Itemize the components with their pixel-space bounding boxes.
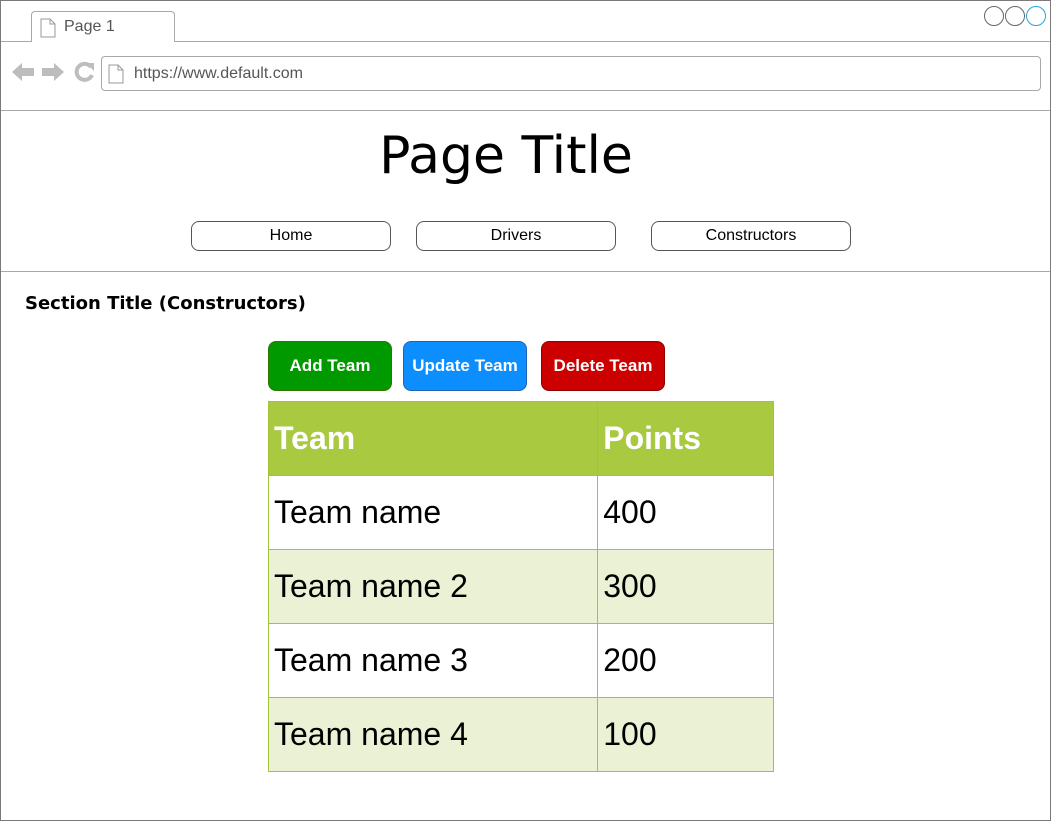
points-cell: 300 — [597, 549, 774, 624]
back-arrow-icon[interactable] — [11, 61, 35, 83]
team-name-cell: Team name 3 — [267, 623, 599, 698]
header-divider — [1, 110, 1050, 111]
nav-divider — [1, 271, 1050, 272]
column-header-points: Points — [597, 401, 774, 476]
points-cell: 100 — [597, 697, 774, 772]
table-row[interactable]: Team name 4 100 — [267, 697, 774, 772]
update-team-button[interactable]: Update Team — [403, 341, 527, 391]
constructors-table: Team Points Team name 400 Team name 2 30… — [267, 401, 774, 772]
window-controls — [984, 6, 1046, 26]
reload-icon[interactable] — [73, 61, 95, 83]
forward-arrow-icon[interactable] — [41, 61, 65, 83]
column-header-team: Team — [267, 401, 599, 476]
table-row[interactable]: Team name 3 200 — [267, 623, 774, 698]
add-team-button[interactable]: Add Team — [268, 341, 392, 391]
nav-constructors-button[interactable]: Constructors — [651, 221, 851, 251]
delete-team-button[interactable]: Delete Team — [541, 341, 665, 391]
maximize-button[interactable] — [1005, 6, 1025, 26]
url-text: https://www.default.com — [134, 65, 303, 82]
close-button[interactable] — [1026, 6, 1046, 26]
points-cell: 200 — [597, 623, 774, 698]
team-name-cell: Team name 2 — [267, 549, 599, 624]
browser-nav-controls — [11, 61, 95, 83]
page-icon — [108, 64, 124, 89]
table-header-row: Team Points — [267, 401, 774, 476]
page-icon — [40, 18, 56, 43]
table-row[interactable]: Team name 400 — [267, 475, 774, 550]
nav-home-button[interactable]: Home — [191, 221, 391, 251]
table-row[interactable]: Team name 2 300 — [267, 549, 774, 624]
minimize-button[interactable] — [984, 6, 1004, 26]
browser-window: Page 1 https://www.default.com Page Titl… — [0, 0, 1051, 821]
nav-drivers-button[interactable]: Drivers — [416, 221, 616, 251]
tab-title: Page 1 — [64, 18, 115, 35]
address-bar[interactable]: https://www.default.com — [101, 56, 1041, 91]
browser-tab[interactable]: Page 1 — [31, 11, 175, 41]
team-name-cell: Team name — [267, 475, 599, 550]
team-name-cell: Team name 4 — [267, 697, 599, 772]
page-title: Page Title — [379, 126, 633, 186]
points-cell: 400 — [597, 475, 774, 550]
section-title: Section Title (Constructors) — [25, 293, 306, 314]
